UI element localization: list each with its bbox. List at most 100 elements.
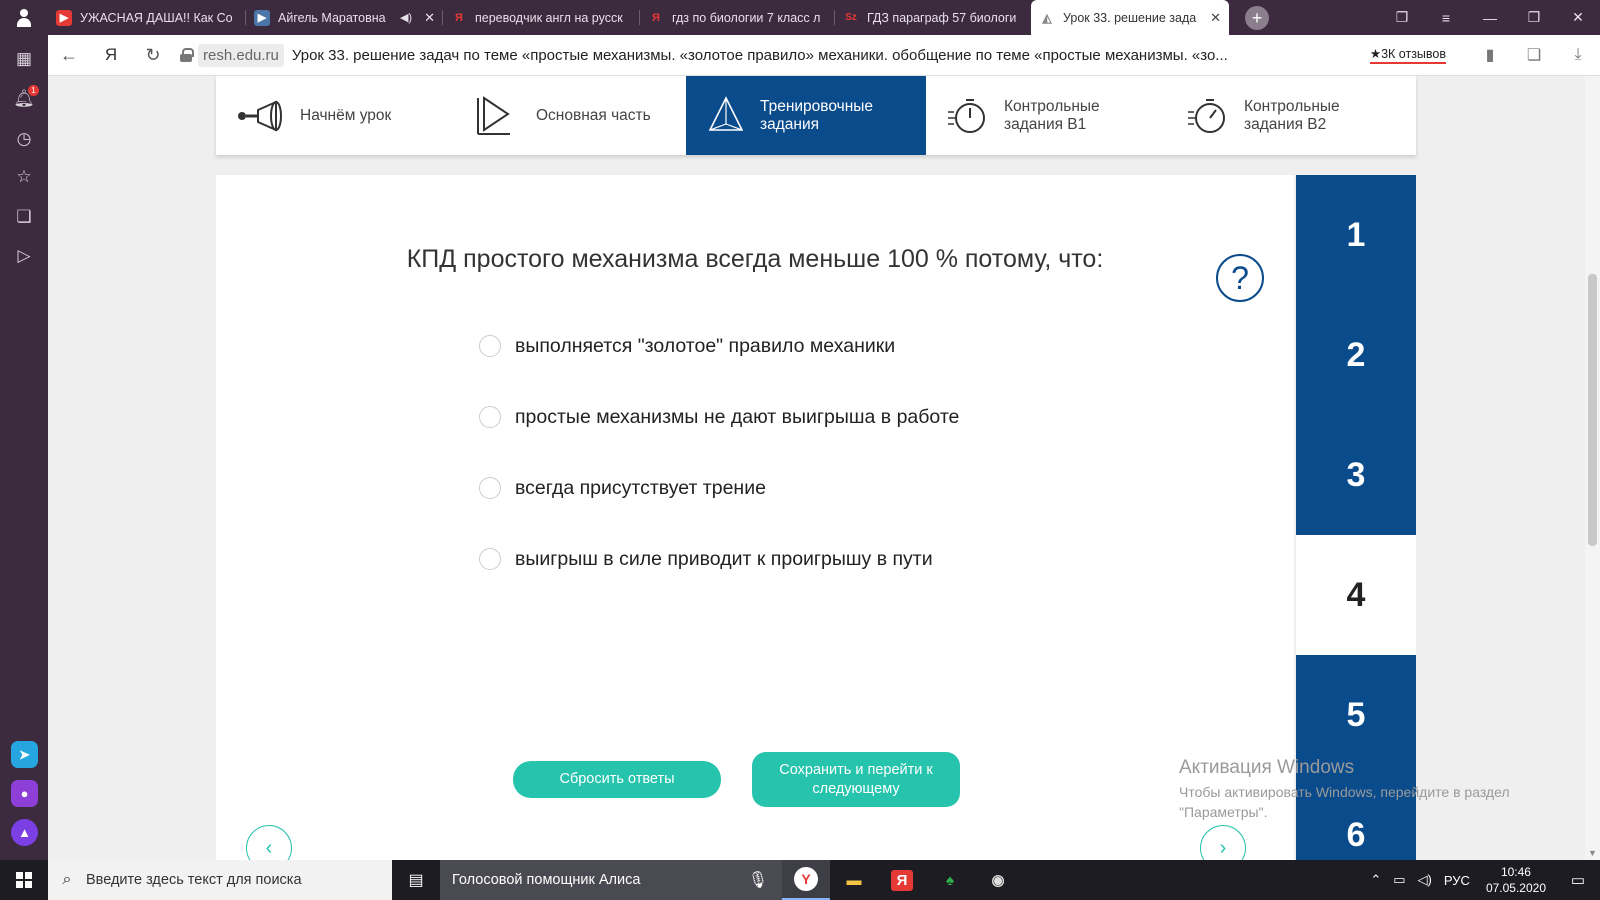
answer-text: всегда присутствует трение — [515, 476, 766, 499]
alice-voice-assistant[interactable]: Голосовой помощник Алиса 🎙︎ — [440, 860, 782, 900]
stopwatch-icon — [1188, 98, 1225, 133]
reload-icon[interactable]: ↻ — [132, 35, 174, 76]
resh-icon: ◭ — [1042, 10, 1052, 25]
yandex-browser-taskbar-icon[interactable]: Y — [782, 860, 830, 900]
tab-vk-video[interactable]: ▶ Айгель Маратовна ◀) ✕ — [246, 0, 443, 35]
tab-title: гдз по биологии 7 класс л — [672, 10, 821, 25]
network-icon[interactable]: ▭ — [1387, 872, 1411, 888]
reviews-link[interactable]: ★3К отзывов — [1369, 46, 1446, 64]
task-number-current[interactable]: 4 — [1296, 535, 1416, 655]
browser-sidebar: ▦ 🔔︎ 1 ◷ ☆ ❏ ▷ ➤ ● ▲ — [0, 35, 48, 860]
download-icon[interactable]: ⤓ — [1556, 35, 1600, 76]
tab-translator[interactable]: Я переводчик англ на русск — [443, 0, 640, 35]
step-control-b1[interactable]: Контрольные задания В1 — [926, 76, 1166, 155]
step-start-lesson[interactable]: Начнём урок — [216, 76, 452, 155]
url-domain: resh.edu.ru — [198, 43, 284, 67]
yandex-icon: Я — [652, 11, 660, 24]
close-window-icon[interactable]: ✕ — [1556, 0, 1600, 35]
video-icon[interactable]: ▷ — [12, 244, 36, 268]
url-field[interactable]: resh.edu.ru Урок 33. решение задач по те… — [174, 35, 1340, 76]
bookmark-icon[interactable]: ▮ — [1468, 35, 1512, 76]
step-label: Тренировочные задания — [760, 97, 874, 133]
prev-task-icon[interactable]: ‹ — [246, 825, 292, 860]
answer-option[interactable]: выполняется "золотое" правило механики — [479, 333, 895, 359]
file-explorer-icon[interactable]: ▬ — [830, 860, 878, 900]
page-content: Начнём урок Основная часть Тренировочные… — [48, 76, 1585, 860]
profile-icon[interactable] — [0, 0, 48, 35]
tab-youtube[interactable]: ▶ УЖАСНАЯ ДАША!! Как Со — [48, 0, 246, 35]
windows-activation-watermark: Активация Windows Чтобы активировать Win… — [1179, 757, 1510, 822]
radio-button[interactable] — [479, 406, 501, 428]
notifications-icon[interactable]: 🔔︎ 1 — [12, 85, 39, 111]
watermark-line2: "Параметры". — [1179, 804, 1268, 820]
task-view-icon[interactable]: ▤ — [392, 860, 440, 900]
scroll-down-arrow-icon[interactable]: ▼ — [1588, 848, 1597, 858]
play-icon — [477, 95, 510, 135]
volume-icon[interactable]: ◁) — [1412, 872, 1438, 888]
speaker-icon[interactable]: ◀) — [400, 11, 412, 24]
alice-assistant-icon[interactable]: ▲ — [11, 819, 38, 846]
answer-option[interactable]: выигрыш в силе приводит к проигрышу в пу… — [479, 546, 933, 572]
generic-app-icon[interactable]: ◉ — [974, 860, 1022, 900]
taskbar-search[interactable]: ⌕ Введите здесь текст для поиска — [48, 860, 392, 900]
close-tab-icon[interactable]: ✕ — [424, 10, 435, 26]
page-scrollbar[interactable]: ▼ — [1585, 76, 1600, 860]
tab-gdz-paragraph[interactable]: Sz ГДЗ параграф 57 биологи — [835, 0, 1031, 35]
pyramid-icon — [708, 95, 744, 131]
tab-title: переводчик англ на русск — [475, 10, 623, 25]
yandex-home-icon[interactable]: Я — [90, 35, 132, 76]
minimize-icon[interactable]: — — [1468, 0, 1512, 35]
back-icon[interactable]: ← — [48, 35, 90, 76]
radio-button[interactable] — [479, 477, 501, 499]
save-next-button[interactable]: Сохранить и перейти к следующему — [752, 752, 960, 807]
alice-app-icon[interactable]: ● — [11, 780, 38, 807]
tab-title: УЖАСНАЯ ДАША!! Как Со — [80, 10, 233, 25]
task-number-1[interactable]: 1 — [1296, 175, 1416, 295]
action-center-icon[interactable]: ▭ — [1556, 871, 1600, 889]
radio-button[interactable] — [479, 335, 501, 357]
tabs-overview-icon[interactable]: ❐ — [1380, 0, 1424, 35]
tab-gdz-biology[interactable]: Я гдз по биологии 7 класс л — [640, 0, 835, 35]
language-indicator[interactable]: РУС — [1438, 873, 1476, 888]
answer-option[interactable]: простые механизмы не дают выигрыша в раб… — [479, 404, 959, 430]
task-number-2[interactable]: 2 — [1296, 295, 1416, 415]
step-training-tasks[interactable]: Тренировочные задания — [686, 76, 926, 155]
help-question-icon[interactable]: ? — [1216, 254, 1264, 302]
yandex-icon: Я — [455, 11, 463, 24]
address-bar: ← Я ↻ resh.edu.ru Урок 33. решение задач… — [48, 35, 1600, 76]
step-label: Контрольные задания В2 — [1244, 97, 1340, 133]
collections-icon[interactable]: ❏ — [12, 205, 36, 229]
step-control-b2[interactable]: Контрольные задания В2 — [1166, 76, 1416, 155]
clock[interactable]: 10:46 07.05.2020 — [1476, 864, 1556, 896]
start-button[interactable] — [0, 860, 48, 900]
yandex-app-icon[interactable]: Я — [878, 860, 926, 900]
tray-expand-icon[interactable]: ⌃ — [1364, 872, 1387, 888]
restore-icon[interactable]: ❐ — [1512, 0, 1556, 35]
reset-answers-button[interactable]: Сбросить ответы — [513, 761, 721, 798]
step-label: Начнём урок — [300, 106, 392, 124]
clock-time: 10:46 — [1500, 865, 1531, 879]
clock-date: 07.05.2020 — [1485, 881, 1546, 895]
radio-button[interactable] — [479, 548, 501, 570]
solitaire-app-icon[interactable]: ♠ — [926, 860, 974, 900]
menu-icon[interactable]: ≡ — [1424, 0, 1468, 35]
question-text: КПД простого механизма всегда меньше 100… — [406, 245, 1104, 273]
next-task-icon[interactable]: › — [1200, 825, 1246, 860]
collections-icon[interactable]: ❏ — [1512, 35, 1556, 76]
history-icon[interactable]: ◷ — [12, 127, 36, 151]
microphone-icon[interactable]: 🎙︎ — [748, 870, 768, 890]
messenger-app-icon[interactable]: ➤ — [11, 741, 38, 768]
scrollbar-thumb[interactable] — [1588, 274, 1597, 546]
search-placeholder: Введите здесь текст для поиска — [86, 872, 302, 888]
windows-taskbar: ⌕ Введите здесь текст для поиска ▤ Голос… — [0, 860, 1600, 900]
new-tab-button[interactable]: + — [1245, 5, 1269, 30]
page-title-in-url: Урок 33. решение задач по теме «простые … — [291, 46, 1228, 64]
task-number-3[interactable]: 3 — [1296, 415, 1416, 535]
answer-option[interactable]: всегда присутствует трение — [479, 475, 766, 501]
tab-resh-active[interactable]: ◭ Урок 33. решение зада ✕ — [1031, 0, 1229, 35]
apps-grid-icon[interactable]: ▦ — [12, 47, 36, 71]
step-main-part[interactable]: Основная часть — [452, 76, 686, 155]
favorites-star-icon[interactable]: ☆ — [12, 165, 36, 189]
lock-icon — [180, 48, 194, 62]
close-tab-icon[interactable]: ✕ — [1210, 10, 1221, 26]
